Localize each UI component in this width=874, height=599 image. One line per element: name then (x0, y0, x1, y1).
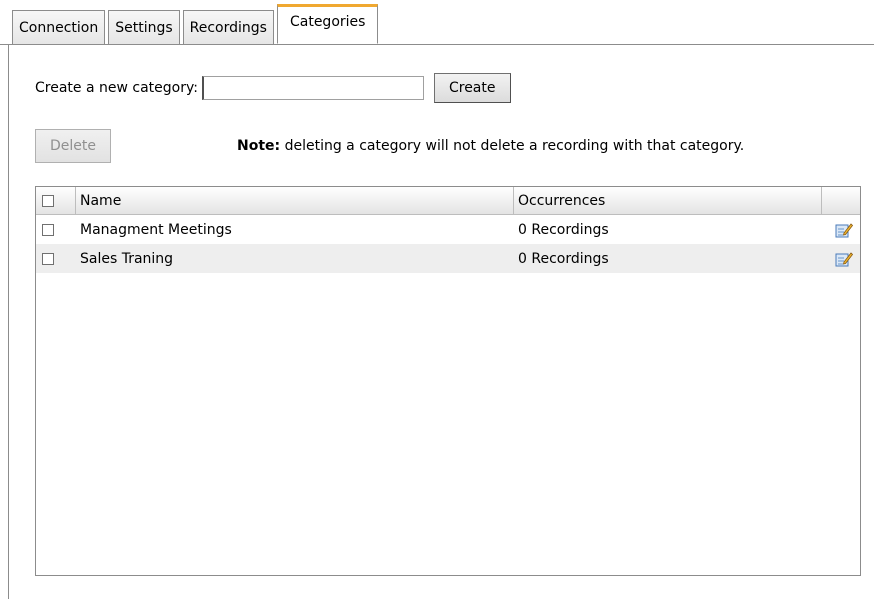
select-all-checkbox[interactable] (42, 194, 54, 207)
row-check-cell (36, 215, 76, 244)
delete-button[interactable]: Delete (35, 129, 111, 163)
header-edit (822, 187, 860, 214)
grid-header: Name Occurrences (36, 187, 860, 215)
edit-icon[interactable] (835, 251, 853, 267)
note-label: Note: (237, 138, 281, 154)
create-category-label: Create a new category: (35, 80, 198, 96)
table-row: Managment Meetings 0 Recordings (36, 215, 860, 244)
tab-connection[interactable]: Connection (12, 10, 106, 44)
row-checkbox[interactable] (42, 223, 54, 236)
categories-grid: Name Occurrences Managment Meetings 0 Re… (35, 186, 861, 576)
table-row: Sales Traning 0 Recordings (36, 244, 860, 273)
row-check-cell (36, 244, 76, 273)
row-edit-cell (822, 244, 860, 273)
category-name-input[interactable] (201, 76, 424, 100)
categories-panel: Create a new category: Create Delete Not… (8, 45, 874, 599)
delete-note: Note: deleting a category will not delet… (237, 138, 744, 154)
row-edit-cell (822, 215, 860, 244)
header-check-cell (36, 187, 76, 214)
header-occurrences[interactable]: Occurrences (514, 187, 822, 214)
tab-recordings[interactable]: Recordings (182, 10, 274, 44)
header-name[interactable]: Name (76, 187, 514, 214)
row-checkbox[interactable] (42, 252, 54, 265)
tab-settings[interactable]: Settings (108, 10, 180, 44)
note-text: deleting a category will not delete a re… (280, 138, 745, 154)
row-occurrences: 0 Recordings (518, 250, 609, 267)
row-name: Managment Meetings (80, 221, 232, 238)
create-category-row: Create a new category: Create (35, 73, 511, 103)
create-button[interactable]: Create (433, 73, 511, 103)
tab-bar: Connection Settings Recordings Categorie… (12, 4, 381, 44)
row-occurrences: 0 Recordings (518, 221, 609, 238)
tab-categories[interactable]: Categories (276, 4, 379, 44)
row-name: Sales Traning (80, 250, 174, 267)
edit-icon[interactable] (835, 222, 853, 238)
